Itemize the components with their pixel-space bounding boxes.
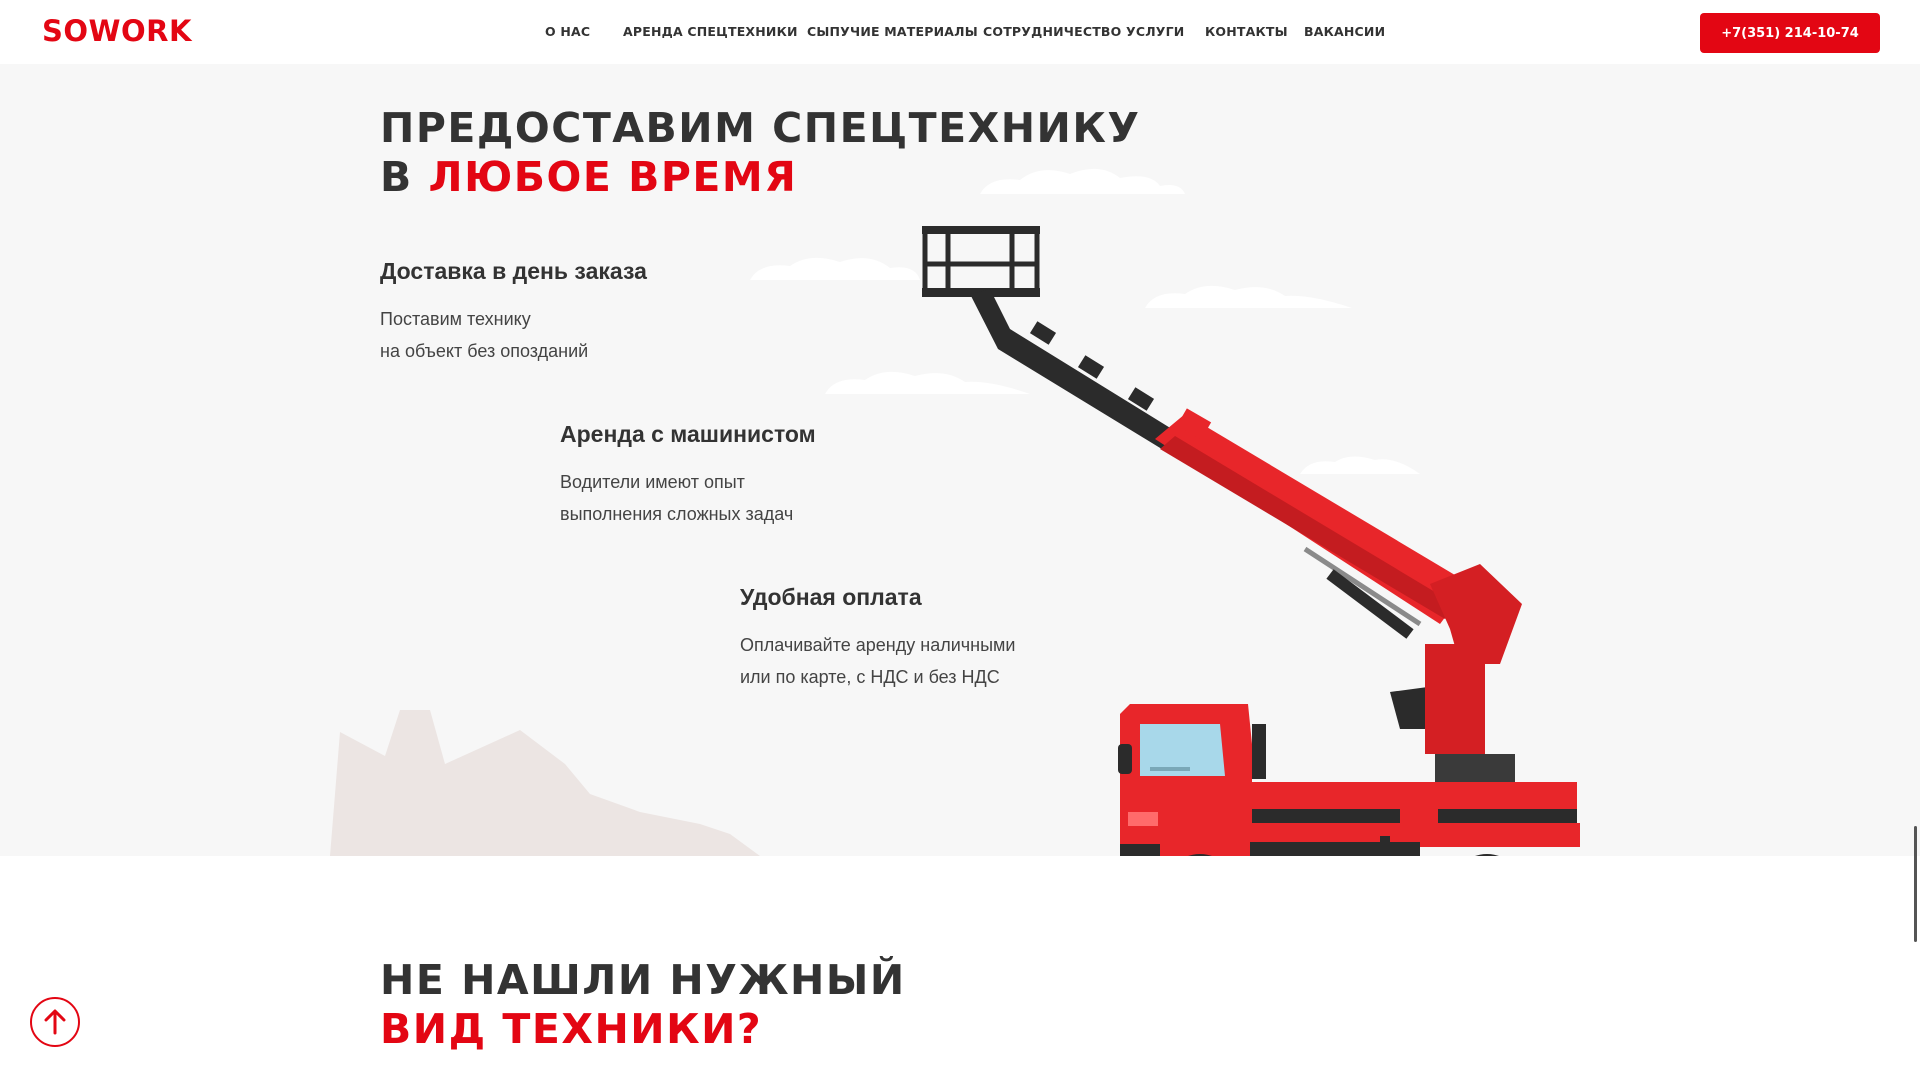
site-header: SOWORK О НАС АРЕНДА СПЕЦТЕХНИКИ СЫПУЧИЕ …	[0, 0, 1920, 64]
feature-text-line1: Оплачивайте аренду наличными	[740, 635, 1016, 655]
hero-title-prefix: В	[380, 153, 429, 201]
feature-text-line1: Водители имеют опыт	[560, 472, 745, 492]
mountain-shape	[330, 710, 760, 856]
feature-operator: Аренда с машинистом Водители имеют опыт …	[560, 421, 816, 530]
section-title-not-found: НЕ НАШЛИ НУЖНЫЙ ВИД ТЕХНИКИ?	[380, 956, 906, 1054]
nav-item-cooperation[interactable]: СОТРУДНИЧЕСТВО	[983, 24, 1121, 39]
feature-text-line1: Поставим технику	[380, 309, 531, 329]
section-title-line1: НЕ НАШЛИ НУЖНЫЙ	[380, 956, 906, 1004]
arrow-up-circle-icon	[44, 1009, 66, 1035]
nav-item-services[interactable]: УСЛУГИ	[1126, 24, 1184, 39]
feature-title: Удобная оплата	[740, 584, 922, 610]
feature-payment: Удобная оплата Оплачивайте аренду наличн…	[740, 584, 1015, 693]
nav-item-about[interactable]: О НАС	[545, 24, 590, 39]
feature-delivery: Доставка в день заказа Поставим технику …	[380, 258, 647, 367]
cloud-shapes	[750, 168, 1420, 474]
section-title-accent: ВИД ТЕХНИКИ?	[380, 1005, 763, 1053]
feature-text-line2: или по карте, с НДС и без НДС	[740, 667, 1000, 687]
nav-item-equipment-rental[interactable]: АРЕНДА СПЕЦТЕХНИКИ	[623, 24, 798, 39]
nav-item-bulk-materials[interactable]: СЫПУЧИЕ МАТЕРИАЛЫ	[807, 24, 978, 39]
hero-section: ПРЕДОСТАВИМ СПЕЦТЕХНИКУ В ЛЮБОЕ ВРЕМЯ До…	[0, 64, 1920, 856]
phone-button[interactable]: +7(351) 214-10-74	[1700, 13, 1880, 53]
feature-text-line2: выполнения сложных задач	[560, 504, 794, 524]
scrollbar-thumb[interactable]	[1914, 826, 1917, 942]
rear-wheel	[1475, 854, 1499, 856]
hero-title-line1: ПРЕДОСТАВИМ СПЕЦТЕХНИКУ	[380, 104, 1141, 152]
truck-illustration	[922, 226, 1580, 856]
hero-title: ПРЕДОСТАВИМ СПЕЦТЕХНИКУ В ЛЮБОЕ ВРЕМЯ	[380, 104, 1140, 202]
feature-title: Доставка в день заказа	[380, 258, 647, 284]
feature-title: Аренда с машинистом	[560, 421, 816, 447]
feature-text-line2: на объект без опозданий	[380, 341, 589, 361]
nav-item-vacancies[interactable]: ВАКАНСИИ	[1304, 24, 1385, 39]
nav-item-contacts[interactable]: КОНТАКТЫ	[1205, 24, 1288, 39]
logo[interactable]: SOWORK	[42, 14, 192, 48]
hero-title-accent: ЛЮБОЕ ВРЕМЯ	[428, 153, 798, 201]
scroll-to-top-button[interactable]	[30, 997, 80, 1047]
